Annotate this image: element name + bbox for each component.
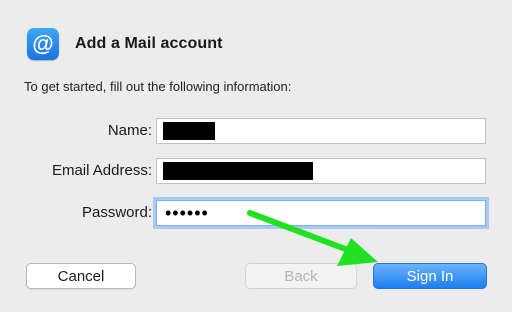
name-label: Name: (107, 122, 152, 139)
redacted-email (163, 162, 313, 180)
password-row: Password: •••••• (0, 200, 512, 226)
arrow-head (337, 238, 378, 266)
redacted-name (163, 122, 215, 140)
password-dots: •••••• (165, 203, 209, 223)
back-button[interactable]: Back (245, 263, 357, 289)
name-row: Name: (0, 118, 512, 144)
sign-in-button[interactable]: Sign In (373, 263, 487, 289)
email-field[interactable] (156, 158, 486, 184)
password-field[interactable]: •••••• (156, 200, 486, 226)
cancel-button[interactable]: Cancel (26, 263, 136, 289)
add-mail-account-sheet: @ Add a Mail account To get started, fil… (0, 0, 512, 312)
sheet-header: @ Add a Mail account (27, 28, 223, 60)
name-field[interactable] (156, 118, 486, 144)
instructions-text: To get started, fill out the following i… (24, 79, 292, 94)
mail-at-icon: @ (27, 28, 59, 60)
email-label: Email Address: (51, 162, 152, 179)
page-title: Add a Mail account (75, 35, 223, 52)
password-label: Password: (81, 204, 152, 221)
email-row: Email Address: (0, 158, 512, 184)
